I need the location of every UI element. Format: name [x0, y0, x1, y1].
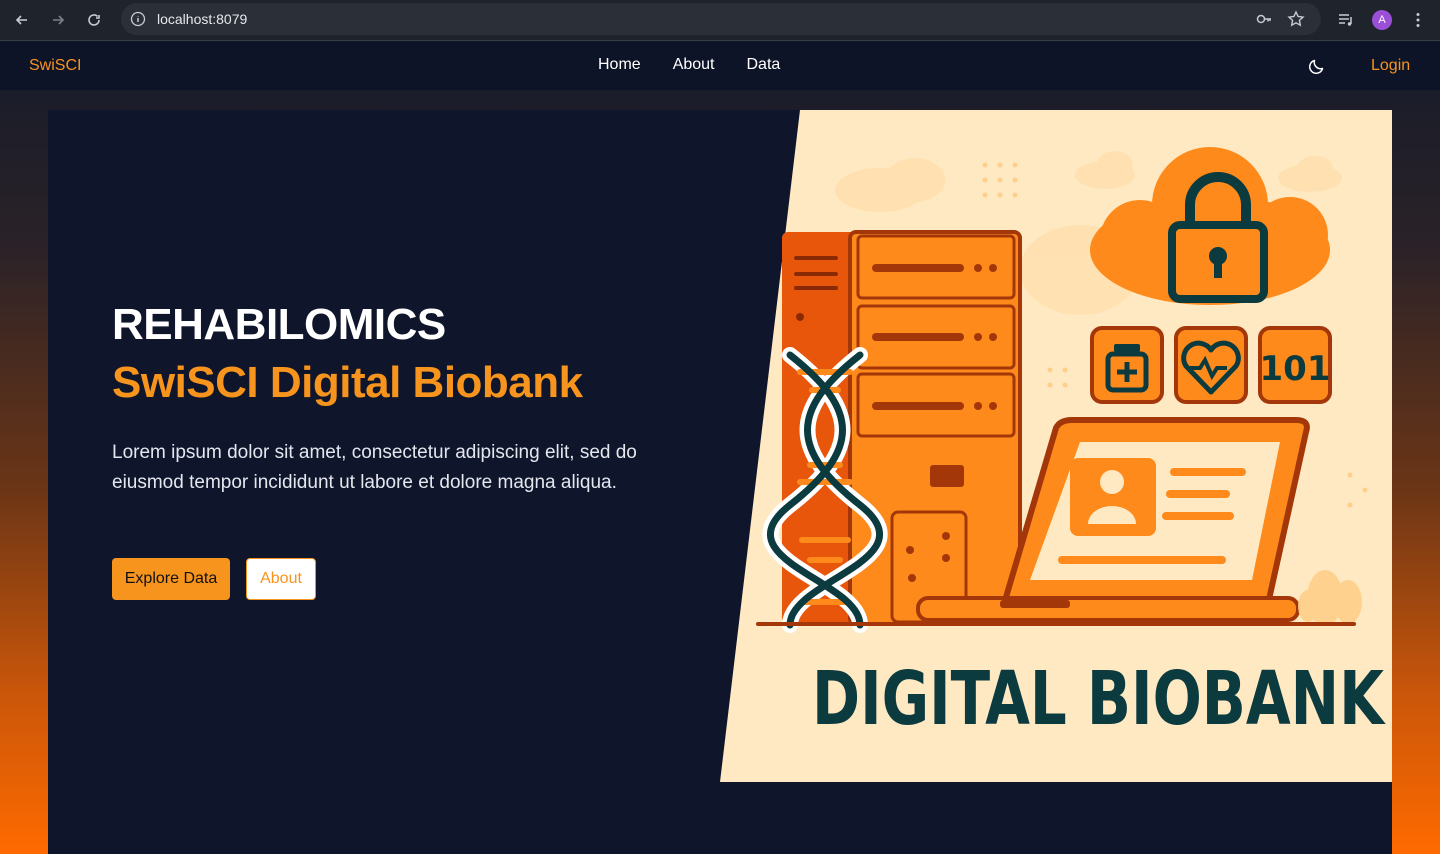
brand-logo[interactable]: SwiSCI — [29, 57, 81, 75]
hero-title: REHABILOMICS — [112, 300, 446, 349]
nav-link-about[interactable]: About — [673, 56, 715, 74]
info-icon[interactable] — [129, 10, 147, 28]
browser-menu-button[interactable] — [1406, 8, 1430, 32]
nav-link-data[interactable]: Data — [747, 56, 781, 74]
server-rack-icon — [782, 230, 1022, 626]
reload-button[interactable] — [82, 8, 106, 32]
key-icon[interactable] — [1255, 10, 1273, 28]
hero-subtitle: SwiSCI Digital Biobank — [112, 358, 583, 407]
browser-toolbar: localhost:8079 A — [0, 0, 1440, 41]
address-bar[interactable]: localhost:8079 — [121, 3, 1321, 35]
site-navbar: SwiSCI Home About Data Login — [0, 42, 1440, 90]
digital-biobank-illustration: 101 DIGITAL BIOBANK — [720, 110, 1392, 782]
back-button[interactable] — [10, 8, 34, 32]
forward-button[interactable] — [46, 8, 70, 32]
illustration-caption: DIGITAL BIOBANK — [812, 656, 1386, 742]
kebab-menu-icon — [1416, 13, 1420, 27]
avatar: A — [1372, 10, 1392, 30]
arrow-left-icon — [15, 15, 27, 25]
nav-link-home[interactable]: Home — [598, 56, 641, 74]
login-link[interactable]: Login — [1371, 57, 1410, 75]
reload-icon — [88, 14, 100, 26]
heart-rate-badge-icon — [1174, 326, 1248, 404]
profile-button[interactable]: A — [1370, 8, 1394, 32]
explore-data-button[interactable]: Explore Data — [112, 558, 230, 600]
theme-toggle-button[interactable] — [1306, 55, 1328, 77]
medicine-badge-icon — [1090, 326, 1164, 404]
media-button[interactable] — [1334, 8, 1358, 32]
nav-links: Home About Data — [598, 56, 780, 74]
playlist-icon — [1339, 14, 1352, 26]
badge-number: 101 — [1260, 349, 1331, 389]
data-badge-icon: 101 — [1258, 326, 1332, 404]
hero-section: REHABILOMICS SwiSCI Digital Biobank Lore… — [48, 110, 1392, 854]
url-text: localhost:8079 — [157, 11, 248, 27]
star-icon[interactable] — [1287, 10, 1305, 28]
arrow-right-icon — [53, 15, 65, 25]
hero-description: Lorem ipsum dolor sit amet, consectetur … — [112, 442, 637, 493]
about-button[interactable]: About — [246, 558, 316, 600]
moon-icon — [1308, 59, 1324, 75]
